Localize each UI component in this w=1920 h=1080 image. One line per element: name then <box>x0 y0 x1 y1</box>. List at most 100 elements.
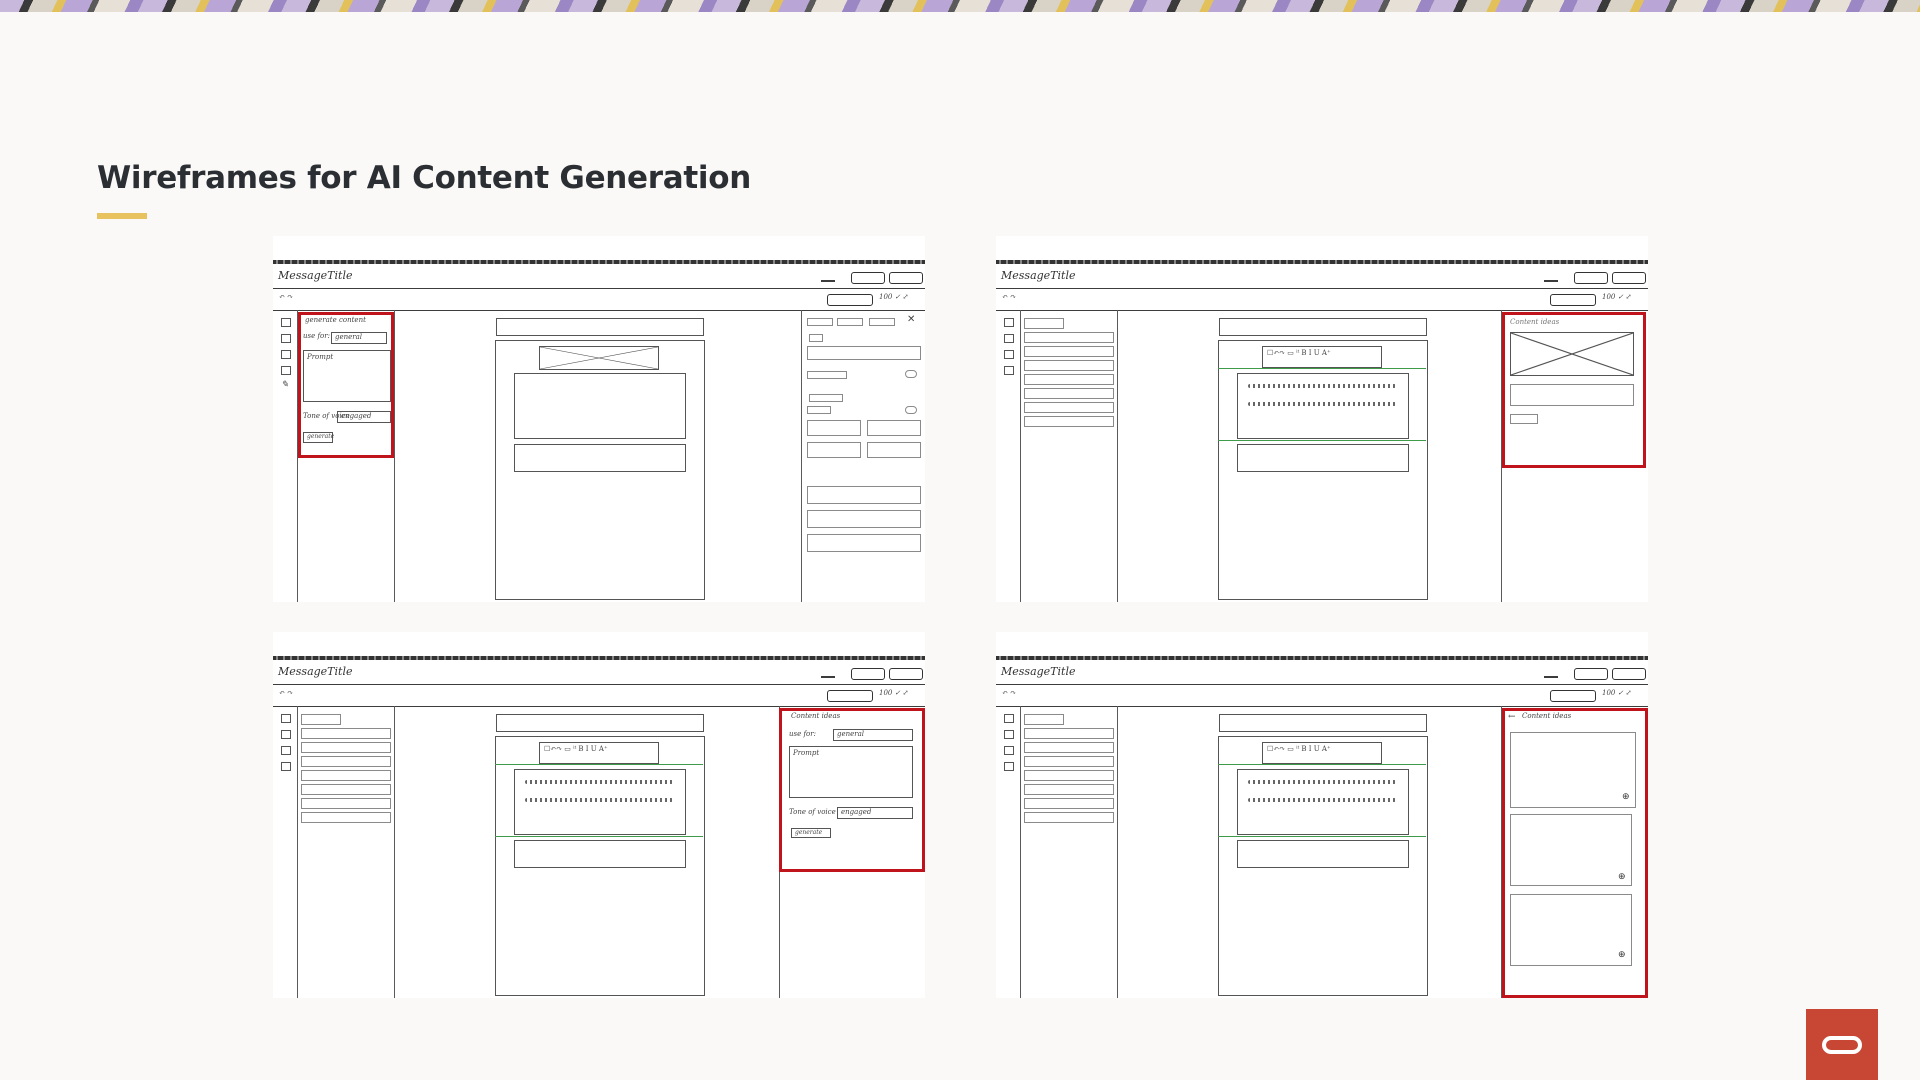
button-block <box>514 840 686 868</box>
toolbar-button <box>827 690 873 702</box>
rail-icon <box>281 714 291 723</box>
toolbar-divider <box>996 706 1648 707</box>
list-item <box>301 728 391 739</box>
selection-border <box>495 836 703 837</box>
list-item <box>1024 784 1114 795</box>
list-item <box>301 770 391 781</box>
rail-icon <box>1004 350 1014 359</box>
prop-field <box>807 534 921 552</box>
list-item <box>1024 728 1114 739</box>
prop-field <box>807 442 861 458</box>
prop-field <box>807 510 921 528</box>
prop-label <box>809 334 823 342</box>
undo-redo-icon: ↶ ↷ <box>279 689 293 697</box>
text-line <box>525 780 673 784</box>
rail-icon <box>1004 318 1014 327</box>
window-button <box>889 668 923 680</box>
format-icons: ☐↶↷ ▭ ⁱᵗ B I U A⁺ <box>1267 745 1331 753</box>
selection-border <box>495 764 703 765</box>
minimize-icon <box>1544 676 1558 678</box>
window-top-rule <box>273 260 925 264</box>
titlebar-divider <box>273 288 925 289</box>
button-block <box>1237 840 1409 868</box>
list-item <box>1024 756 1114 767</box>
minimize-icon <box>821 280 835 282</box>
selection-border <box>1218 368 1426 369</box>
prop-field <box>867 420 921 436</box>
text-line <box>1248 798 1396 802</box>
sidebar-divider <box>1117 706 1118 998</box>
window-button <box>851 668 885 680</box>
properties-tab <box>807 318 833 326</box>
close-icon: ✕ <box>907 314 916 325</box>
list-item <box>301 784 391 795</box>
list-item <box>301 812 391 823</box>
list-item <box>1024 714 1064 725</box>
prop-field <box>807 486 921 504</box>
text-line <box>1248 780 1396 784</box>
sidebar-divider <box>394 310 395 602</box>
text-block <box>514 373 686 439</box>
highlight-box <box>779 708 925 872</box>
properties-tab <box>837 318 863 326</box>
zoom-icon: 100 ✓ ⤢ <box>879 689 909 697</box>
undo-redo-icon: ↶ ↷ <box>279 293 293 301</box>
list-item <box>1024 318 1064 329</box>
prop-field <box>867 442 921 458</box>
window-top-rule <box>996 656 1648 660</box>
list-item <box>1024 812 1114 823</box>
rail-icon <box>281 334 291 343</box>
toolbar-button <box>827 294 873 306</box>
selection-border <box>1218 836 1426 837</box>
selection-border <box>1218 440 1426 441</box>
rail-icon <box>281 350 291 359</box>
wireframe-window-title: MessageTitle <box>1001 269 1076 282</box>
rail-icon <box>1004 714 1014 723</box>
zoom-icon: 100 ✓ ⤢ <box>1602 689 1632 697</box>
rail-icon <box>281 318 291 327</box>
rail-icon <box>281 746 291 755</box>
list-item <box>1024 332 1114 343</box>
list-item <box>1024 416 1114 427</box>
list-item <box>1024 346 1114 357</box>
rail-divider <box>1020 706 1021 998</box>
toolbar-button <box>1550 294 1596 306</box>
text-block <box>1237 769 1409 835</box>
list-item <box>301 742 391 753</box>
prop-field <box>807 420 861 436</box>
list-item <box>1024 770 1114 781</box>
highlight-box <box>1502 708 1648 998</box>
sidebar-divider <box>1117 310 1118 602</box>
wireframe-2: MessageTitle ↶ ↷ 100 ✓ ⤢ ☐↶↷ ▭ ⁱᵗ B I U … <box>996 236 1648 602</box>
sidebar-divider <box>394 706 395 998</box>
rail-icon <box>1004 746 1014 755</box>
canvas-header <box>496 318 704 336</box>
wireframe-4: MessageTitle ↶ ↷ 100 ✓ ⤢ ☐↶↷ ▭ ⁱᵗ B I U … <box>996 632 1648 998</box>
wireframe-window-title: MessageTitle <box>1001 665 1076 678</box>
oracle-logo <box>1806 1009 1878 1080</box>
pencil-icon: ✎ <box>281 380 289 390</box>
prop-label <box>807 406 831 414</box>
zoom-icon: 100 ✓ ⤢ <box>1602 293 1632 301</box>
zoom-icon: 100 ✓ ⤢ <box>879 293 909 301</box>
image-placeholder <box>539 346 659 370</box>
canvas-header <box>496 714 704 732</box>
window-button <box>1612 272 1646 284</box>
window-button <box>1574 668 1608 680</box>
list-item <box>1024 388 1114 399</box>
title-accent-bar <box>97 213 147 219</box>
page-title: Wireframes for AI Content Generation <box>97 160 752 196</box>
toggle-icon <box>905 370 917 378</box>
text-block <box>514 769 686 835</box>
toolbar-divider <box>273 706 925 707</box>
toolbar-button <box>1550 690 1596 702</box>
format-icons: ☐↶↷ ▭ ⁱᵗ B I U A⁺ <box>544 745 608 753</box>
canvas-header <box>1219 714 1427 732</box>
wireframe-1: MessageTitle ↶ ↷ 100 ✓ ⤢ ✎ generate cont… <box>273 236 925 602</box>
prop-label <box>809 394 843 402</box>
canvas-header <box>1219 318 1427 336</box>
button-block <box>514 444 686 472</box>
logo-ring-icon <box>1822 1035 1862 1054</box>
format-toolbar: ☐↶↷ ▭ ⁱᵗ B I U A⁺ <box>539 742 659 764</box>
titlebar-divider <box>996 288 1648 289</box>
